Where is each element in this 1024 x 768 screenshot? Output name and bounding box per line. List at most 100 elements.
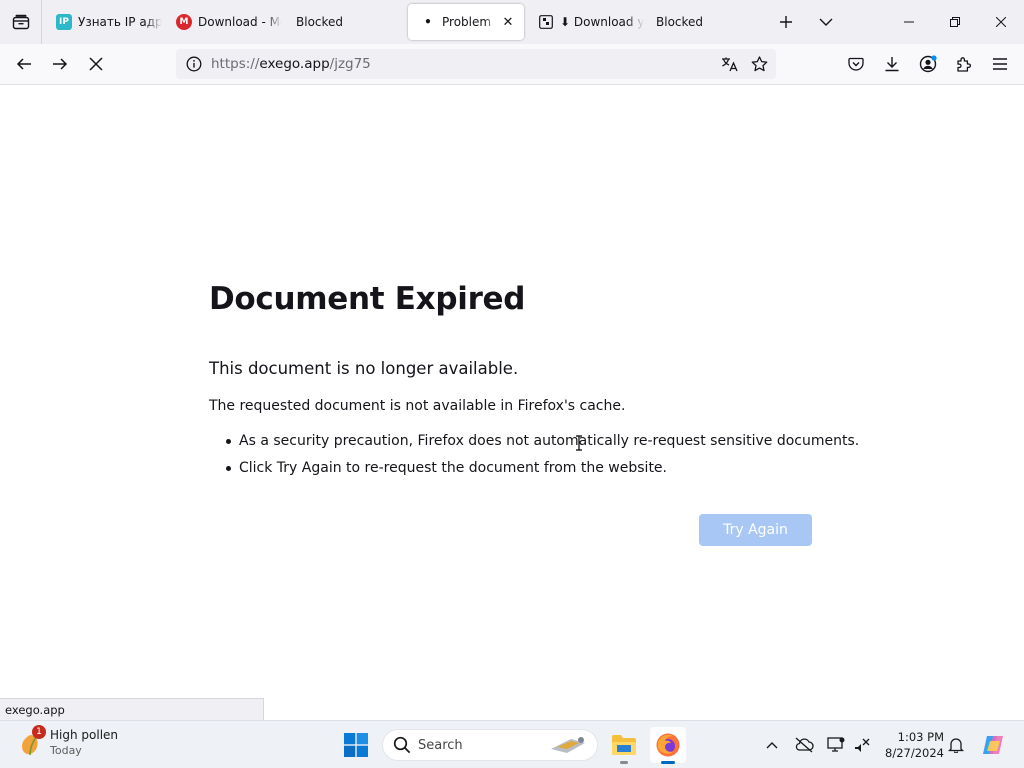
- firefox-view-button[interactable]: [0, 0, 42, 44]
- clock[interactable]: 1:03 PM 8/27/2024: [880, 729, 944, 761]
- list-item: Click Try Again to re-request the docume…: [225, 458, 859, 485]
- bell-icon: [948, 738, 964, 753]
- translate-button[interactable]: [718, 52, 742, 76]
- restore-button[interactable]: [932, 0, 978, 44]
- copilot-icon: [983, 736, 1003, 754]
- tab-mega-download[interactable]: M Download - Mega: [164, 4, 282, 40]
- tab-title: Blocked: [296, 15, 344, 29]
- tab-blocked-1[interactable]: Blocked: [284, 4, 402, 40]
- weather-widget[interactable]: 1 High pollen Today: [18, 725, 119, 759]
- monitor-icon: [827, 737, 845, 752]
- account-button[interactable]: [912, 48, 944, 80]
- network-sound-tray-button[interactable]: [850, 733, 874, 757]
- forward-button[interactable]: [44, 48, 76, 80]
- new-tab-button[interactable]: [770, 6, 802, 38]
- list-item: As a security precaution, Firefox does n…: [225, 431, 859, 458]
- display-tray-button[interactable]: [824, 733, 848, 757]
- tab-download-file[interactable]: ⬇ Download your file: [526, 4, 644, 40]
- close-window-button[interactable]: [978, 0, 1024, 44]
- tab-title: Blocked: [656, 15, 704, 29]
- tab-title: Download - Mega: [198, 15, 282, 29]
- search-label: Search: [418, 738, 463, 753]
- mega-favicon-icon: M: [176, 14, 192, 30]
- firefox-icon: [656, 733, 680, 757]
- navigation-toolbar: https://exego.app/jzg75: [0, 44, 1024, 85]
- close-icon: [996, 17, 1006, 27]
- restore-icon: [950, 17, 960, 27]
- cloud-offline-icon: [795, 737, 814, 753]
- file-explorer-button[interactable]: [606, 727, 642, 764]
- tab-title: Узнать IP адрес: [78, 15, 162, 29]
- taskbar: 1 High pollen Today Search 1:03 PM 8/27/…: [0, 720, 1024, 768]
- copilot-button[interactable]: [980, 733, 1008, 757]
- tab-strip: IP Узнать IP адрес M Download - Mega Blo…: [0, 0, 1024, 44]
- tab-title: Problem loading page: [442, 15, 496, 29]
- url-scheme: https://: [211, 56, 260, 72]
- loading-throbber-icon: •: [424, 15, 432, 29]
- tab-ip[interactable]: IP Узнать IP адрес: [44, 4, 162, 40]
- show-hidden-icons-button[interactable]: [760, 733, 784, 757]
- ip-favicon-icon: IP: [56, 14, 72, 30]
- search-highlight-icon: [551, 737, 585, 753]
- windows-logo-icon: [344, 733, 368, 757]
- search-icon: [393, 736, 411, 754]
- tab-blocked-2[interactable]: Blocked: [644, 4, 762, 40]
- weather-title: High pollen: [50, 728, 119, 742]
- stop-button[interactable]: [80, 48, 112, 80]
- text-cursor-icon: [576, 435, 582, 451]
- firefox-taskbar-button[interactable]: [650, 727, 686, 764]
- plus-icon: [780, 16, 792, 28]
- tab-title: ⬇ Download your file: [560, 15, 644, 29]
- download-icon: [885, 57, 899, 72]
- status-panel: exego.app: [0, 698, 264, 720]
- url-text[interactable]: https://exego.app/jzg75: [211, 56, 371, 72]
- minimize-button[interactable]: [886, 0, 932, 44]
- extensions-button[interactable]: [948, 48, 980, 80]
- pocket-icon: [848, 57, 864, 71]
- stop-icon: [89, 57, 103, 71]
- taskbar-search[interactable]: Search: [382, 729, 598, 761]
- error-short-description: This document is no longer available.: [209, 359, 519, 378]
- chevron-down-icon: [819, 18, 833, 26]
- onedrive-tray-button[interactable]: [792, 733, 816, 757]
- site-info-button[interactable]: [182, 52, 206, 76]
- error-title: Document Expired: [209, 281, 526, 317]
- url-domain: exego.app: [259, 56, 330, 72]
- error-page: Document Expired This document is no lon…: [0, 85, 1024, 720]
- firefox-view-icon: [12, 14, 29, 30]
- account-icon: [919, 55, 937, 73]
- try-again-button[interactable]: Try Again: [699, 514, 812, 546]
- notification-badge: 1: [32, 725, 46, 739]
- arrow-right-icon: [53, 58, 68, 70]
- tab-close-icon[interactable]: ✕: [500, 14, 516, 30]
- error-hints-list: As a security precaution, Firefox does n…: [225, 431, 859, 485]
- pocket-button[interactable]: [840, 48, 872, 80]
- hamburger-menu-icon: [993, 58, 1007, 70]
- star-icon: [751, 56, 767, 72]
- chevron-up-icon: [766, 742, 778, 749]
- url-path: /jzg75: [329, 56, 371, 72]
- start-button[interactable]: [340, 729, 372, 761]
- notifications-button[interactable]: [944, 733, 968, 757]
- back-button[interactable]: [8, 48, 40, 80]
- running-indicator: [661, 761, 675, 764]
- error-long-description: The requested document is not available …: [209, 398, 626, 414]
- pollen-icon: 1: [18, 725, 46, 759]
- clock-time: 1:03 PM: [897, 730, 944, 744]
- list-all-tabs-button[interactable]: [810, 6, 842, 38]
- downloads-button[interactable]: [876, 48, 908, 80]
- app-menu-button[interactable]: [984, 48, 1016, 80]
- arrow-left-icon: [16, 58, 31, 70]
- translate-icon: [722, 57, 738, 72]
- weather-subtitle: Today: [50, 744, 82, 757]
- tab-problem-loading[interactable]: • Problem loading page ✕: [408, 4, 524, 40]
- folder-icon: [612, 735, 636, 755]
- minimize-icon: [904, 21, 914, 23]
- running-indicator: [620, 761, 628, 764]
- clock-date: 8/27/2024: [885, 746, 944, 760]
- bookmark-star-button[interactable]: [747, 52, 771, 76]
- puzzle-icon: [957, 57, 971, 72]
- url-bar[interactable]: https://exego.app/jzg75: [176, 49, 776, 79]
- info-icon: [186, 56, 202, 72]
- page-favicon-icon: [538, 14, 554, 30]
